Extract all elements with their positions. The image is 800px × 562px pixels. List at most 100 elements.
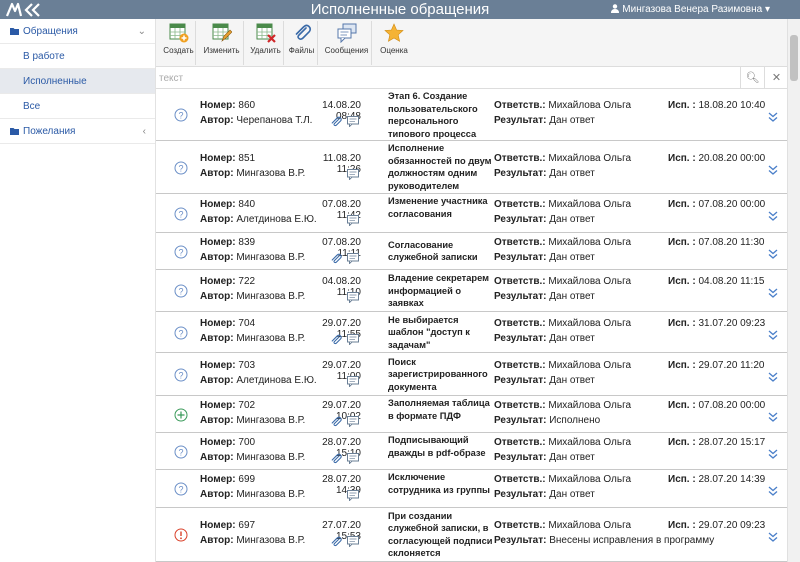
attachment-icon[interactable] [330, 334, 342, 345]
request-subject[interactable]: При создании служебной записки, в соглас… [388, 510, 496, 560]
expand-chevron-icon[interactable] [767, 329, 779, 341]
request-result: Результат: Дан ответ [494, 332, 595, 344]
user-menu[interactable]: Мингазова Венера Разимовна ▾ [611, 0, 770, 19]
search-input[interactable] [159, 69, 739, 87]
request-row[interactable]: ?Номер: 86014.08.20 08:48Автор: Черепано… [156, 89, 787, 141]
user-icon [611, 4, 620, 13]
sidebar-item[interactable]: Пожелания ‹ [0, 119, 155, 144]
requests-list: ?Номер: 86014.08.20 08:48Автор: Черепано… [156, 89, 787, 562]
message-icon[interactable] [347, 490, 359, 502]
user-name: Мингазова Венера Разимовна [622, 4, 763, 15]
rating-button[interactable]: Оценка [376, 21, 412, 65]
sidebar-item[interactable]: Обращения ⌄ [0, 19, 155, 44]
message-icon[interactable] [347, 452, 359, 465]
request-responsible: Ответств.: Михайлова Ольга [494, 474, 632, 485]
request-subject[interactable]: Согласование служебной записки [388, 239, 496, 264]
request-subject[interactable]: Этап 6. Создание пользовательского персо… [388, 90, 496, 140]
request-author: Автор: Мингазова В.Р. [200, 414, 306, 426]
message-icon[interactable] [347, 333, 359, 346]
message-icon[interactable] [347, 375, 359, 388]
request-subject[interactable]: Владение секретарем информацией о заявка… [388, 272, 496, 310]
request-subject[interactable]: Заполняемая таблица в формате ПДФ [388, 397, 496, 422]
sidebar-item[interactable]: В работе [0, 44, 155, 69]
request-number: Номер: 704 [200, 317, 256, 329]
expand-chevron-icon[interactable] [767, 371, 779, 383]
request-result: Результат: Дан ответ [494, 115, 595, 126]
request-subject[interactable]: Изменение участника согласования [388, 195, 496, 220]
sidebar-item[interactable]: Исполненные [0, 69, 155, 94]
message-icon[interactable] [347, 214, 359, 227]
attachment-icon[interactable] [330, 416, 342, 427]
expand-chevron-icon[interactable] [767, 111, 779, 123]
question-circle-icon: ? [174, 245, 188, 259]
question-circle-icon: ? [174, 207, 188, 221]
request-number: Номер: 722 [200, 276, 256, 287]
request-responsible: Ответств.: Михайлова Ольга [494, 100, 632, 111]
attachment-icon[interactable] [330, 116, 342, 127]
sidebar-item[interactable]: Все [0, 94, 155, 119]
request-row[interactable]: ?Номер: 69928.07.20 14:39Автор: Мингазов… [156, 470, 787, 508]
request-subject[interactable]: Исполнение обязанностей по двум должност… [388, 142, 496, 192]
expand-chevron-icon[interactable] [767, 448, 779, 460]
edit-label: Изменить [203, 46, 240, 55]
request-subject[interactable]: Не выбирается шаблон "доступ к задачам" [388, 314, 496, 352]
svg-text:?: ? [178, 484, 183, 494]
request-exec-date: Исп. : 28.07.20 14:39 [668, 474, 766, 485]
request-exec-date: Исп. : 18.08.20 10:40 [668, 100, 766, 111]
request-row[interactable]: ?Номер: 70329.07.20 11:00Автор: Алетдино… [156, 353, 787, 396]
request-subject[interactable]: Поиск зарегистрированного документа [388, 356, 496, 394]
request-row[interactable]: Номер: 69727.07.20 15:53Автор: Мингазова… [156, 508, 787, 562]
expand-chevron-icon[interactable] [767, 210, 779, 222]
chevron-icon[interactable]: ‹ [143, 119, 146, 144]
vertical-scrollbar[interactable] [787, 19, 800, 562]
search-button[interactable]: 🔍︎ [740, 67, 764, 89]
request-responsible: Ответств.: Михайлова Ольга [494, 359, 632, 371]
question-circle-icon: ? [174, 445, 188, 459]
request-row[interactable]: Номер: 70229.07.20 10:02Автор: Мингазова… [156, 396, 787, 433]
edit-button[interactable]: Изменить [200, 21, 244, 65]
request-row[interactable]: ?Номер: 72204.08.20 11:10Автор: Мингазов… [156, 270, 787, 312]
request-row[interactable]: ?Номер: 85111.08.20 11:26Автор: Мингазов… [156, 141, 787, 194]
request-row[interactable]: ?Номер: 83907.08.20 11:11Автор: Мингазов… [156, 233, 787, 270]
message-icon[interactable] [347, 116, 359, 128]
expand-chevron-icon[interactable] [767, 485, 779, 497]
request-row[interactable]: ?Номер: 70429.07.20 11:55Автор: Мингазов… [156, 312, 787, 353]
clear-search-button[interactable]: ✕ [764, 67, 788, 89]
chevron-icon[interactable]: ⌄ [138, 19, 146, 44]
sidebar: Обращения ⌄ В работе Исполненные Все Пожелани… [0, 19, 156, 562]
request-row[interactable]: ?Номер: 70028.07.20 15:10Автор: Мингазов… [156, 433, 787, 470]
scrollbar-thumb[interactable] [790, 35, 798, 81]
message-icon[interactable] [347, 415, 359, 428]
attachment-icon[interactable] [330, 536, 342, 547]
create-button[interactable]: Создать [162, 21, 196, 65]
request-result: Результат: Дан ответ [494, 251, 595, 263]
delete-button[interactable]: Удалить [248, 21, 284, 65]
request-responsible: Ответств.: Михайлова Ольга [494, 520, 632, 531]
request-subject[interactable]: Исключение сотрудника из группы [388, 471, 496, 496]
svg-text:?: ? [178, 370, 183, 380]
expand-chevron-icon[interactable] [767, 164, 779, 176]
expand-chevron-icon[interactable] [767, 287, 779, 299]
request-number: Номер: 703 [200, 359, 256, 371]
request-subject[interactable]: Подписывающий дважды в pdf-образе [388, 434, 496, 459]
files-button[interactable]: Файлы [286, 21, 318, 65]
expand-chevron-icon[interactable] [767, 248, 779, 260]
expand-chevron-icon[interactable] [767, 411, 779, 423]
messages-button[interactable]: Сообщения [322, 21, 372, 65]
message-icon[interactable] [347, 252, 359, 265]
expand-chevron-icon[interactable] [767, 531, 779, 543]
request-row[interactable]: ?Номер: 84007.08.20 11:42Автор: Алетдино… [156, 194, 787, 233]
request-number: Номер: 700 [200, 436, 256, 448]
message-icon[interactable] [347, 168, 359, 181]
attachment-icon[interactable] [330, 453, 342, 464]
request-number: Номер: 851 [200, 152, 256, 164]
request-author: Автор: Мингазова В.Р. [200, 451, 306, 463]
request-responsible: Ответств.: Михайлова Ольга [494, 236, 632, 248]
request-author: Автор: Мингазова В.Р. [200, 535, 306, 546]
request-number: Номер: 840 [200, 198, 256, 210]
request-responsible: Ответств.: Михайлова Ольга [494, 317, 632, 329]
attachment-icon[interactable] [330, 253, 342, 264]
search-icon: 🔍︎ [745, 72, 760, 84]
message-icon[interactable] [347, 536, 359, 548]
message-icon[interactable] [347, 292, 359, 304]
